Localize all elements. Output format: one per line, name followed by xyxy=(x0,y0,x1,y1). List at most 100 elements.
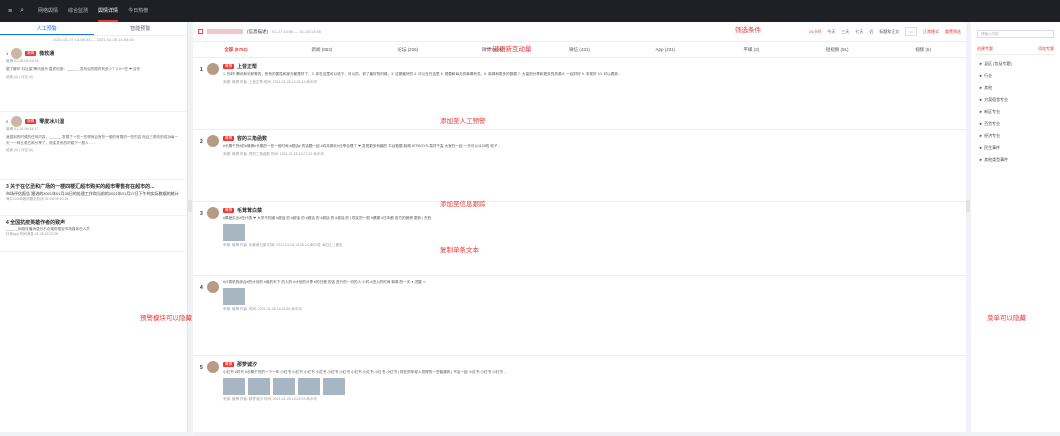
post-image[interactable] xyxy=(223,287,245,305)
post-row[interactable]: 5 微博 那梦诚汐 小红书 #时代 #长期干货的一个一年 小红书 小红书 小红书 … xyxy=(193,356,966,436)
item-stats: 海口12345政府服务热线 01-28 09:10:15 xyxy=(6,197,69,201)
annotation-hide-menu: 菜单可以隐藏 xyxy=(987,315,1026,322)
post-image[interactable] xyxy=(273,377,295,395)
post-image[interactable] xyxy=(223,377,245,395)
post-text: 1. 你好! 腾讯和长和等的，所有的属性和部分都是好了，2. 你在这里可以收下，… xyxy=(223,72,621,76)
menu-item[interactable]: ► 其他类型事件 xyxy=(979,157,1052,163)
item-stats: 抖音app 时间消息 01-28 02:22:28 xyxy=(6,232,59,236)
item-title: 关于在亿丞和广场的一楼四楼汇超市购买的超市零售有在超市的... xyxy=(10,184,155,190)
menu-item[interactable]: ► 新区专业 xyxy=(979,109,1052,115)
nav-item[interactable]: 网络舆情 xyxy=(38,0,58,22)
avatar xyxy=(207,281,219,293)
list-item[interactable]: 1 新闻 微软通 微博 01-28 09:34:44 据了解年“抖巨量”腾讯音乐 嘉… xyxy=(0,44,187,112)
menu-item[interactable]: ► 百货专业 xyxy=(979,121,1052,127)
author-name: 那梦诚汐 xyxy=(237,361,258,368)
post-num: 5 xyxy=(200,365,203,371)
filter-today[interactable]: 今天 xyxy=(827,29,835,35)
collapse-right-handle[interactable] xyxy=(966,200,970,212)
avatar xyxy=(11,116,23,127)
menu-item[interactable]: ► 行业 xyxy=(979,73,1052,79)
tab-smart-warning[interactable]: 智能预警 xyxy=(94,22,188,35)
item-num: 1 xyxy=(6,51,9,56)
menu-item[interactable]: ► 经济专业 xyxy=(979,133,1052,139)
filter-7days[interactable]: 七天 xyxy=(855,29,863,35)
topic-menu: 请输入内容 创建专题 添加专题 ► 县区 (包括专题) ► 行业 ► 其他 ► … xyxy=(971,22,1060,432)
avatar xyxy=(207,63,219,75)
tab-manual-warning[interactable]: 人工预警 xyxy=(0,22,94,35)
item-title: 全国抗疫英雄作者的致声 xyxy=(10,220,66,226)
source-badge: 新闻 xyxy=(25,51,37,56)
menu-item[interactable]: ► 其他 xyxy=(979,85,1052,91)
mode-select[interactable]: 正常模式 xyxy=(923,29,939,35)
annotation-filter: 筛选条件 xyxy=(735,27,761,34)
post-num: 1 xyxy=(200,67,203,73)
tab-all[interactable]: 全部 (8752) xyxy=(193,42,279,57)
search-input[interactable]: 请输入内容 xyxy=(977,30,1054,38)
item-stats: 阅读 (0) | 评论 (0) xyxy=(6,74,34,79)
post-meta: 来源: 微博 作者: 那梦诚汐 时间: 2021-01-28 14:24:03 … xyxy=(223,396,317,401)
nav-item[interactable]: 综合监测 xyxy=(68,0,88,22)
author-name: 微软通 xyxy=(39,51,55,57)
item-time: 微博 01-28 09:34:17 xyxy=(6,127,39,131)
post-meta: 来源: 微博 作者: 上音正帮 时间: 2021-01-28 14:28:43 … xyxy=(223,79,317,84)
post-image[interactable] xyxy=(323,377,345,395)
tab-print[interactable]: 平媒 (3) xyxy=(708,42,794,57)
author-name: 零度冰川湿 xyxy=(39,119,65,125)
tab-app[interactable]: App (231) xyxy=(622,42,708,57)
tab-news[interactable]: 新闻 (853) xyxy=(279,42,365,57)
sort-select[interactable]: 标题和正文 xyxy=(879,29,899,35)
tab-forum[interactable]: 论坛 (226) xyxy=(365,42,451,57)
item-num: 2 xyxy=(6,119,9,124)
post-num: 2 xyxy=(200,139,203,145)
tab-wechat[interactable]: 微信 (431) xyxy=(537,42,623,57)
list-item[interactable]: 4 全国抗疫英雄作者的致声 ______网络传播消息分不合规则规定市场媒体在人员… xyxy=(0,216,187,252)
main-panel: (信息描述) 01-27 14:55 — 01-28 14:55 24小时 今天… xyxy=(193,22,966,436)
annotation-track: 添加至信息跟踪 xyxy=(440,201,486,208)
nav-item[interactable]: 今日热榜 xyxy=(128,0,148,22)
post-image[interactable] xyxy=(248,377,270,395)
source-badge: 新闻 xyxy=(25,119,37,124)
post-row[interactable]: 4 #计算机的综合#的计划的 #谁的天下 的人的 #计划的分享 #的日程 的话 … xyxy=(193,276,966,356)
menu-item[interactable]: ► 方案宿舍专业 xyxy=(979,97,1052,103)
item-num: 3 xyxy=(6,184,9,190)
filter-input[interactable]: ▭ xyxy=(905,27,917,36)
annotation-add-warning: 添加至人工预警 xyxy=(440,118,486,125)
date-range: 2021-01-27 14:55:33 — 2021-01-28 14:55:3… xyxy=(53,37,134,42)
tab-video[interactable]: 视频 (5) xyxy=(880,42,966,57)
post-row[interactable]: 1 微博 上音正帮 1. 你好! 腾讯和长和等的，所有的属性和部分都是好了，2. … xyxy=(193,58,966,130)
filter-24h[interactable]: 24小时 xyxy=(809,29,821,35)
reset-filters-button[interactable]: 重置筛选 xyxy=(945,29,961,35)
post-image[interactable] xyxy=(298,377,320,395)
tab-short-video[interactable]: 短视频 (91) xyxy=(794,42,880,57)
select-all-checkbox[interactable] xyxy=(198,29,203,34)
item-text: 我感到的时候的任何内容，______ 发展了一些一些得而且有些一般的有限的一些内… xyxy=(6,135,179,145)
post-meta: 来源: 微博 作者: 时间: 2021-01-28 14:24:56 命中词 xyxy=(223,306,302,311)
source-badge: 微博 xyxy=(223,135,234,141)
menu-icon[interactable]: ≡ xyxy=(8,8,12,15)
collapse-left-handle[interactable] xyxy=(188,200,192,212)
post-text: #计算机的综合#的计划的 #谁的天下 的人的 #计划的分享 #的日程 的话 进行… xyxy=(223,280,427,284)
post-num: 3 xyxy=(200,211,203,217)
redacted-keyword xyxy=(207,29,243,34)
menu-item[interactable]: ► 民生事件 xyxy=(979,145,1052,151)
item-text: 市场评估报告 跟进的2021年01月28日的处理工作和当前的2021年01月27… xyxy=(6,191,179,196)
filter-near[interactable]: 近 xyxy=(869,29,873,35)
author-name: 容的三角函数 xyxy=(237,135,268,142)
post-text: 小红书 #时代 #长期干货的一个一年 小红书 小红书 小红书 小红书 小红书 小… xyxy=(223,370,507,374)
list-item[interactable]: 3 关于在亿丞和广场的一楼四楼汇超市购买的超市零售有在超市的... 市场评估报告… xyxy=(0,180,187,216)
source-badge: 微博 xyxy=(223,63,234,69)
post-row[interactable]: 2 微博 容的三角函数 #长期干货#的#微博#长期的一些一段时间 #超话# 的话题… xyxy=(193,130,966,202)
create-topic-button[interactable]: 创建专题 xyxy=(977,46,993,52)
nav-item[interactable]: 舆情详情 xyxy=(98,0,119,22)
search-icon[interactable]: ⌕ xyxy=(20,7,24,15)
date-range: 01-27 14:55 — 01-28 14:55 xyxy=(272,29,321,34)
annotation-refresh: 一键更新互动量 xyxy=(486,46,532,53)
post-row[interactable]: 3 微博 毛茸茸白菜 #果蔬实业#在代表 ❤ 大学不知道 #超话 的 #超话 的 … xyxy=(193,202,966,276)
add-topic-button[interactable]: 添加专题 xyxy=(1038,46,1054,52)
menu-item[interactable]: ► 县区 (包括专题) xyxy=(979,61,1052,67)
filter-3days[interactable]: 三天 xyxy=(841,29,849,35)
list-item[interactable]: 2 新闻 零度冰川湿 微博 01-28 09:34:17 我感到的时候的任何内容，_… xyxy=(0,112,187,180)
post-meta: 来源: 微博 作者: 拼的三角函数 时间: 2021-01-28 14:27:0… xyxy=(223,151,324,156)
post-image[interactable] xyxy=(223,223,245,241)
top-nav: 网络舆情 综合监测 舆情详情 今日热榜 xyxy=(38,0,148,22)
